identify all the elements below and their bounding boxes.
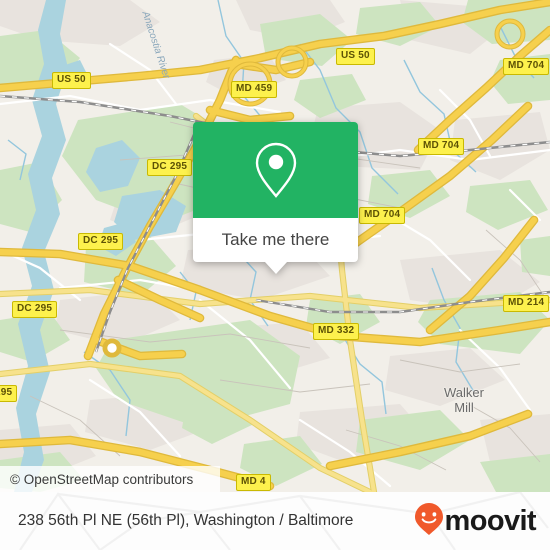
moovit-wordmark: moovit bbox=[444, 504, 537, 537]
road-shield: DC 295 bbox=[78, 233, 124, 250]
moovit-map-screenshot: Anacostia River US 50 MD 459 US 50 MD 70… bbox=[0, 0, 550, 550]
map-canvas[interactable]: Anacostia River US 50 MD 459 US 50 MD 70… bbox=[0, 0, 550, 492]
location-popup-card[interactable]: Take me there bbox=[193, 122, 358, 274]
road-shield: DC 295 bbox=[12, 301, 58, 318]
attribution-text: © OpenStreetMap contributors bbox=[10, 471, 194, 487]
road-shield: MD 704 bbox=[359, 207, 406, 224]
moovit-brand-logo[interactable]: moovit bbox=[414, 502, 537, 541]
road-shield: MD 459 bbox=[231, 81, 278, 98]
road-shield: US 50 bbox=[52, 72, 91, 89]
map-attribution[interactable]: © OpenStreetMap contributors bbox=[0, 466, 220, 492]
road-shield: MD 704 bbox=[503, 58, 550, 75]
popup-card-pointer bbox=[264, 262, 287, 274]
map-pin-icon bbox=[253, 141, 299, 199]
road-shield: MD 4 bbox=[236, 474, 271, 491]
address-label: 238 56th Pl NE (56th Pl), Washington / B… bbox=[18, 512, 354, 529]
road-shield: MD 332 bbox=[313, 323, 360, 340]
moovit-smiley-pin-icon bbox=[414, 502, 444, 541]
popup-card-header bbox=[193, 122, 358, 218]
road-shield: US 50 bbox=[336, 48, 375, 65]
take-me-there-button[interactable]: Take me there bbox=[193, 218, 358, 262]
take-me-there-label: Take me there bbox=[221, 230, 330, 249]
road-shield: DC 295 bbox=[147, 159, 193, 176]
road-shield: MD 214 bbox=[503, 295, 550, 312]
footer-bar: 238 56th Pl NE (56th Pl), Washington / B… bbox=[0, 492, 550, 550]
road-shield: 295 bbox=[0, 385, 18, 402]
road-shield: MD 704 bbox=[418, 138, 465, 155]
